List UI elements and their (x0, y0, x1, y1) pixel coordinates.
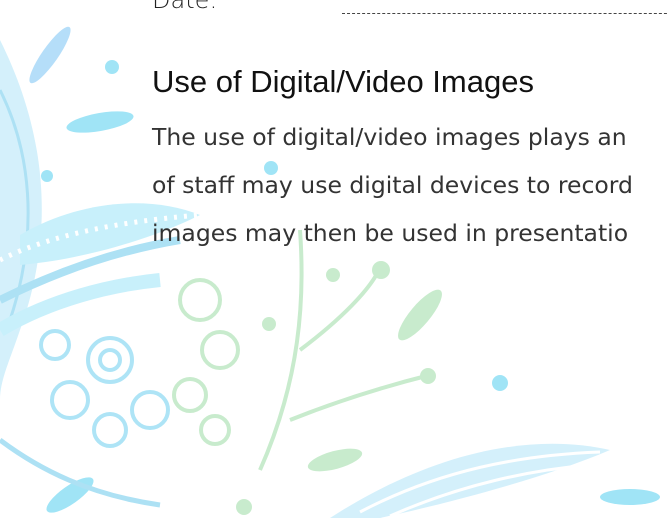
paragraph-line: The use of digital/video images plays an (152, 123, 627, 151)
paragraph-line: of staff may use digital devices to reco… (152, 171, 633, 199)
section-heading: Use of Digital/Video Images (152, 64, 534, 99)
section-paragraph: The use of digital/video images plays an… (152, 113, 667, 257)
date-input-line[interactable] (342, 13, 667, 14)
date-label: Date: (152, 0, 218, 14)
leaf-shape (0, 40, 42, 400)
paragraph-line: images may then be used in presentatio (152, 219, 629, 247)
